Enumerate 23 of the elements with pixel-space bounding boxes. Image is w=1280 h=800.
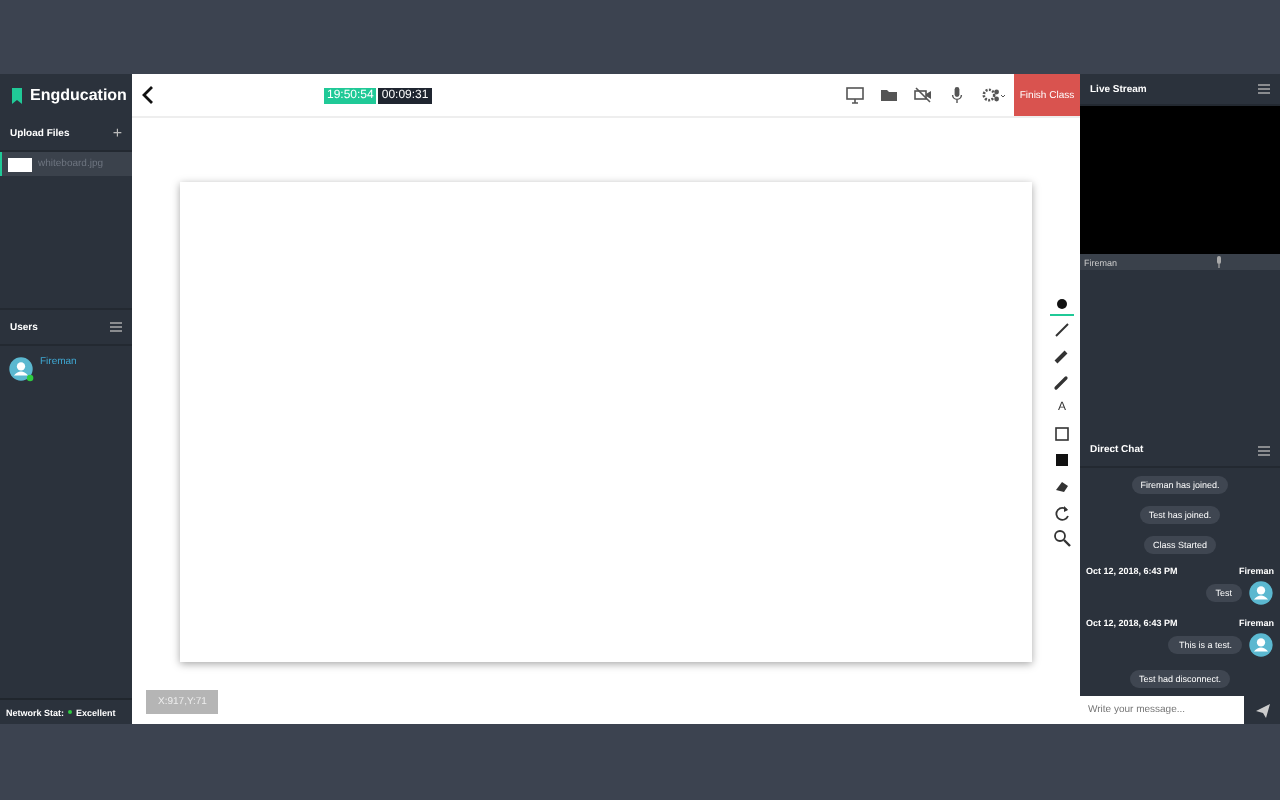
menu-icon[interactable] bbox=[1258, 445, 1270, 455]
bookmark-icon bbox=[12, 87, 22, 103]
menu-icon[interactable] bbox=[110, 322, 122, 333]
pencil-icon bbox=[1050, 317, 1074, 341]
monitor-icon[interactable] bbox=[846, 86, 864, 104]
filled-square-tool[interactable] bbox=[1050, 448, 1074, 472]
back-icon[interactable] bbox=[140, 86, 156, 104]
add-button[interactable]: + bbox=[112, 124, 122, 142]
avatar-icon bbox=[1248, 580, 1274, 606]
menu-icon[interactable] bbox=[1258, 84, 1270, 94]
zoom-icon bbox=[1050, 525, 1074, 549]
microphone-icon[interactable] bbox=[1213, 256, 1224, 268]
square-icon bbox=[1050, 421, 1074, 445]
microphone-icon[interactable] bbox=[948, 86, 966, 104]
zoom-tool[interactable] bbox=[1050, 526, 1074, 550]
avatar-icon bbox=[1248, 632, 1274, 658]
brand-name: Engducation bbox=[30, 86, 127, 104]
folder-icon[interactable] bbox=[880, 86, 898, 104]
send-icon bbox=[1255, 703, 1269, 717]
square-tool[interactable] bbox=[1050, 422, 1074, 446]
camera-off-icon[interactable] bbox=[914, 86, 932, 104]
pencil-tool[interactable] bbox=[1050, 318, 1074, 342]
redo-tool[interactable] bbox=[1050, 500, 1074, 524]
